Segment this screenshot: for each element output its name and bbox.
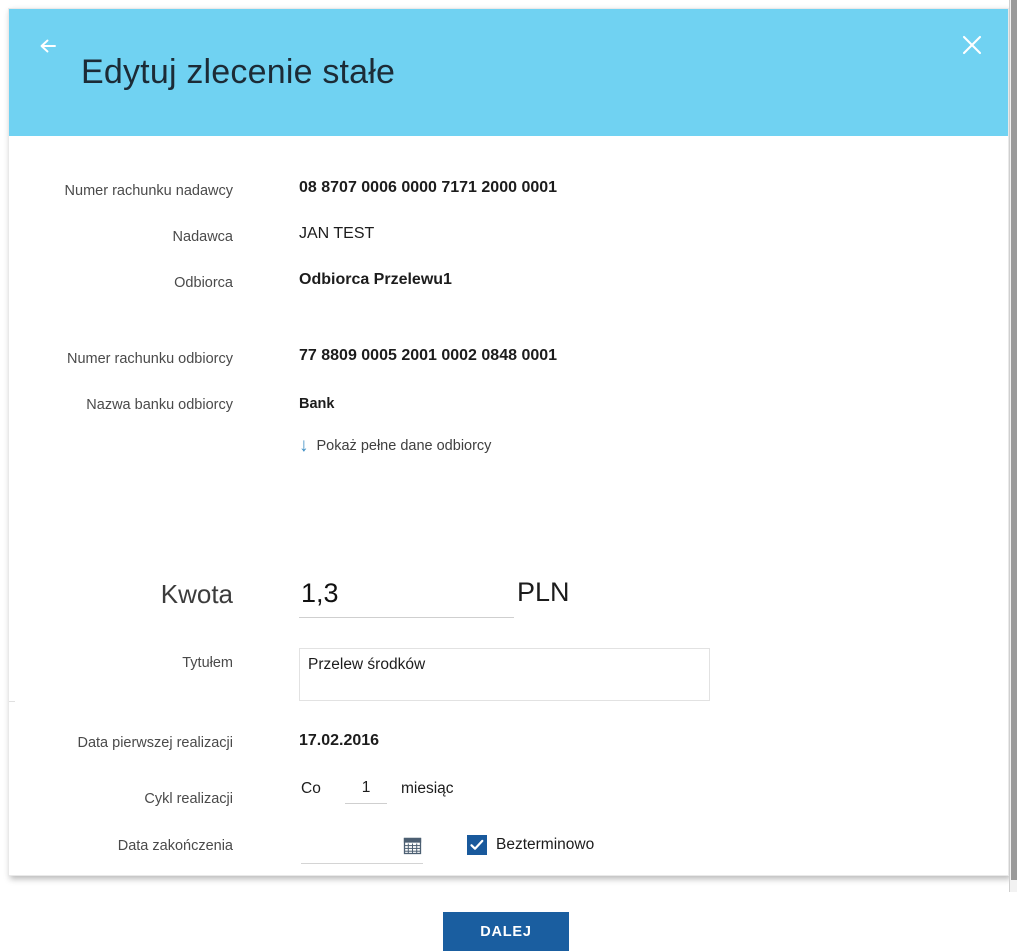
calendar-icon[interactable] [403,836,422,855]
indefinite-checkbox[interactable] [467,835,487,855]
label-cycle: Cykl realizacji [144,791,233,807]
next-button[interactable]: DALEJ [443,912,569,951]
cycle-unit-text: miesiąc [401,780,454,797]
value-sender-account: 08 8707 0006 0000 7171 2000 0001 [299,179,558,196]
show-recipient-details-link[interactable]: ↓ Pokaż pełne dane odbiorcy [299,436,491,455]
label-first-execution-date: Data pierwszej realizacji [77,735,233,751]
arrow-down-icon: ↓ [299,435,309,456]
indefinite-checkbox-label: Bezterminowo [496,836,595,853]
vertical-scrollbar-thumb[interactable] [1011,0,1017,880]
value-recipient: Odbiorca Przelewu1 [299,271,452,288]
value-sender: JAN TEST [299,225,375,242]
cycle-interval-input[interactable] [345,776,387,804]
back-arrow-icon[interactable] [33,31,63,61]
cycle-prefix-text: Co [301,780,321,797]
value-first-execution-date: 17.02.2016 [299,732,380,749]
close-icon[interactable] [958,31,986,59]
show-recipient-details-label: Pokaż pełne dane odbiorcy [316,437,492,454]
label-amount: Kwota [160,579,233,609]
label-end-date: Data zakończenia [117,838,233,854]
amount-currency: PLN [517,577,570,607]
dialog-header: Edytuj zlecenie stałe [9,9,1008,136]
label-transfer-title: Tytułem [182,655,233,671]
indefinite-checkbox-row[interactable]: Bezterminowo [467,835,594,855]
label-sender: Nadawca [172,229,233,245]
panel-divider [9,701,15,702]
label-sender-account: Numer rachunku nadawcy [64,183,233,199]
label-recipient-account: Numer rachunku odbiorcy [66,351,233,367]
value-recipient-bank: Bank [299,396,335,412]
value-recipient-account: 77 8809 0005 2001 0002 0848 0001 [299,347,558,364]
amount-input[interactable] [299,573,514,618]
edit-standing-order-dialog: Edytuj zlecenie stałe Numer rachunku nad… [8,8,1009,951]
form-body: Numer rachunku nadawcy 08 8707 0006 0000… [9,136,1008,951]
label-recipient: Odbiorca [174,275,233,291]
label-recipient-bank: Nazwa banku odbiorcy [86,397,233,413]
transfer-title-textarea[interactable] [299,648,710,701]
page-title: Edytuj zlecenie stałe [81,53,396,91]
vertical-scrollbar[interactable] [1009,0,1017,892]
